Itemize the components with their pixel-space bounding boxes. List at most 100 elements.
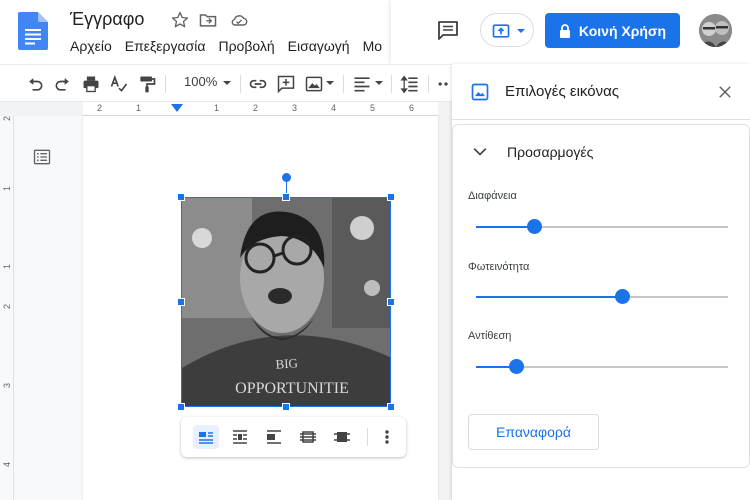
- chevron-down-icon[interactable]: [470, 142, 490, 162]
- brightness-slider[interactable]: [476, 289, 728, 304]
- toolbar-separator: [240, 75, 241, 93]
- ruler-number: 4: [331, 103, 337, 113]
- menu-insert[interactable]: Εισαγωγή: [288, 38, 350, 54]
- cloud-saved-icon: [231, 15, 248, 26]
- section-title[interactable]: Προσαρμογές: [507, 144, 593, 160]
- share-button[interactable]: Κοινή Χρήση: [545, 13, 680, 48]
- chevron-down-icon: [517, 29, 525, 33]
- in-front-of-text-button[interactable]: [329, 425, 355, 449]
- indent-marker[interactable]: [171, 104, 183, 112]
- link-icon[interactable]: [248, 74, 268, 94]
- portrait-photo-icon: BIG OPPORTUNITIE: [182, 198, 390, 406]
- toolbar-separator: [391, 75, 392, 93]
- image-icon: [471, 83, 489, 101]
- slider-fill: [476, 296, 623, 298]
- zoom-level[interactable]: 100%: [184, 74, 217, 89]
- user-avatar[interactable]: [699, 14, 732, 47]
- ruler-number: 2: [2, 304, 12, 310]
- image-more-button[interactable]: [374, 425, 400, 449]
- panel-title: Επιλογές εικόνας: [505, 83, 619, 100]
- slider-knob[interactable]: [526, 219, 542, 234]
- ruler-number: 3: [292, 103, 298, 113]
- toolbar-separator: [367, 428, 368, 446]
- selected-image[interactable]: BIG OPPORTUNITIE: [181, 197, 391, 407]
- ruler-number: 2: [253, 103, 259, 113]
- print-icon[interactable]: [81, 74, 101, 94]
- present-icon: [492, 24, 510, 38]
- horizontal-ruler[interactable]: 2 1 1 2 3 4 5 6: [83, 102, 438, 116]
- menu-view[interactable]: Προβολή: [218, 38, 274, 54]
- close-icon[interactable]: [716, 83, 734, 101]
- image-chevron-icon[interactable]: [325, 79, 335, 87]
- resize-handle-right[interactable]: [387, 298, 395, 306]
- wrap-inline-button[interactable]: [193, 425, 219, 449]
- resize-handle-bottom[interactable]: [282, 403, 290, 411]
- menu-bar: Αρχείο Επεξεργασία Προβολή Εισαγωγή Μο: [70, 38, 395, 54]
- docs-app: Έγγραφο Αρχείο Επεξεργασία Προβολή Εισαγ…: [0, 0, 750, 500]
- resize-handle-left[interactable]: [177, 298, 185, 306]
- line-spacing-icon[interactable]: [400, 74, 420, 94]
- redo-icon[interactable]: [53, 74, 73, 94]
- ruler-number: 1: [136, 103, 142, 113]
- resize-handle-bottom-left[interactable]: [177, 403, 185, 411]
- docs-logo-icon[interactable]: [18, 12, 48, 50]
- ruler-number: 4: [2, 462, 12, 468]
- wrap-text-icon: [233, 430, 247, 444]
- reset-button[interactable]: Επαναφορά: [468, 414, 599, 450]
- ruler-number: 2: [2, 116, 12, 122]
- menu-edit[interactable]: Επεξεργασία: [125, 38, 206, 54]
- document-outline-icon[interactable]: [32, 147, 52, 167]
- rotate-handle[interactable]: [282, 173, 291, 182]
- vertical-ruler[interactable]: 2 1 1 2 3 4: [0, 116, 14, 500]
- in-front-of-text-icon: [334, 432, 350, 442]
- document-title[interactable]: Έγγραφο: [70, 9, 144, 30]
- ruler-number: 2: [97, 103, 103, 113]
- present-button[interactable]: [480, 13, 534, 47]
- wrap-text-button[interactable]: [227, 425, 253, 449]
- undo-icon[interactable]: [25, 74, 45, 94]
- toolbar-separator: [343, 75, 344, 93]
- menu-format[interactable]: Μο: [363, 38, 382, 54]
- more-options-icon: [385, 430, 389, 444]
- lock-icon: [559, 23, 570, 38]
- move-to-folder-icon[interactable]: [198, 10, 218, 30]
- insert-image-icon[interactable]: [304, 74, 324, 94]
- behind-text-button[interactable]: [295, 425, 321, 449]
- avatar-photo-icon: [699, 14, 732, 47]
- opacity-slider[interactable]: [476, 219, 728, 234]
- align-chevron-icon[interactable]: [374, 79, 384, 87]
- spellcheck-icon[interactable]: [109, 74, 129, 94]
- ruler-number: 6: [409, 103, 415, 113]
- slider-fill: [476, 226, 534, 228]
- break-text-button[interactable]: [261, 425, 287, 449]
- ruler-margin-left: [0, 102, 83, 116]
- star-icon[interactable]: [170, 10, 190, 30]
- share-label: Κοινή Χρήση: [578, 22, 667, 39]
- resize-handle-top[interactable]: [282, 193, 290, 201]
- ruler-number: 1: [214, 103, 220, 113]
- contrast-slider[interactable]: [476, 359, 728, 374]
- resize-handle-top-left[interactable]: [177, 193, 185, 201]
- ruler-number: 1: [2, 264, 12, 270]
- menu-file[interactable]: Αρχείο: [70, 38, 112, 54]
- behind-text-icon: [300, 431, 316, 443]
- contrast-label: Αντίθεση: [468, 330, 512, 342]
- opacity-label: Διαφάνεια: [468, 190, 517, 202]
- svg-text:OPPORTUNITIE: OPPORTUNITIE: [235, 380, 349, 397]
- align-left-icon[interactable]: [352, 74, 372, 94]
- add-comment-icon[interactable]: [276, 74, 296, 94]
- ruler-number: 1: [2, 186, 12, 192]
- formatting-toolbar: [0, 64, 452, 102]
- wrap-inline-icon: [199, 432, 213, 444]
- comment-history-icon[interactable]: [436, 18, 460, 42]
- image-wrap-toolbar: [181, 417, 406, 457]
- ruler-number: 5: [370, 103, 376, 113]
- resize-handle-top-right[interactable]: [387, 193, 395, 201]
- svg-text:BIG: BIG: [275, 355, 298, 372]
- resize-handle-bottom-right[interactable]: [387, 403, 395, 411]
- ruler-margin-right: [438, 102, 452, 116]
- paint-format-icon[interactable]: [137, 74, 157, 94]
- break-text-icon: [267, 430, 281, 444]
- zoom-chevron-icon[interactable]: [222, 79, 232, 87]
- ruler-number: 3: [2, 383, 12, 389]
